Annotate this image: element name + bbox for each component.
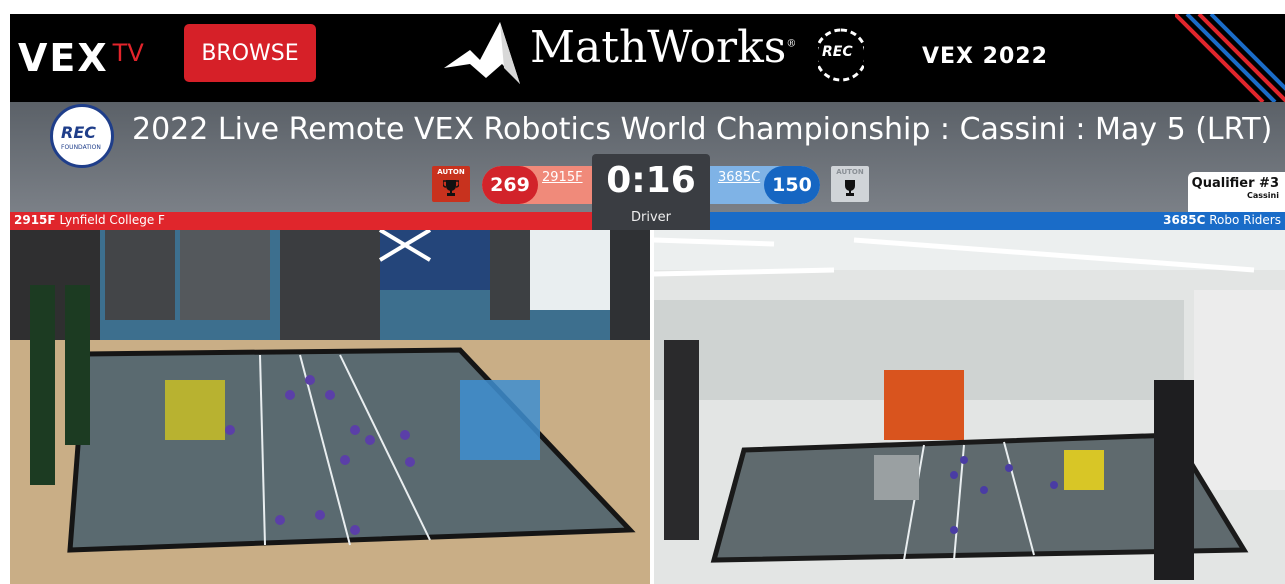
student	[1154, 380, 1194, 580]
match-timer: 0:16 Driver	[592, 154, 710, 230]
blue-alliance-label: 3685C Robo Riders	[1163, 213, 1281, 227]
division-name: Cassini	[1247, 191, 1279, 200]
blue-team-link[interactable]: 3685C	[718, 170, 760, 185]
rec-badge-subtext: FOUNDATION	[61, 144, 101, 151]
red-team-video[interactable]	[10, 230, 650, 584]
tv-wordmark: TV	[112, 39, 144, 67]
blue-score: 150	[764, 166, 820, 204]
student	[65, 285, 90, 445]
blue-alliance-bar: 3685C Robo Riders	[710, 212, 1285, 230]
vex-wordmark: VEX	[18, 36, 109, 80]
vex-tv-logo[interactable]: VEX TV	[18, 36, 144, 80]
red-alliance-team: 2915F	[14, 213, 56, 227]
trophy-icon	[845, 180, 855, 196]
rec-badge-text: REC	[61, 123, 96, 142]
sponsor-wordmark: MathWorks	[530, 22, 787, 73]
sponsor-name: MathWorks®	[530, 22, 796, 73]
blue-score-pill: 3685C 150	[710, 166, 820, 204]
registered-mark: ®	[786, 38, 797, 50]
banner-poster	[180, 230, 270, 320]
blue-auton-indicator: AUTON	[831, 166, 869, 202]
blue-team-video[interactable]	[654, 230, 1285, 584]
red-video-scene	[10, 230, 650, 584]
match-name: Qualifier #3	[1191, 176, 1279, 191]
top-banner: VEX TV BROWSE MathWorks® REC VEX 2022	[10, 14, 1285, 102]
red-score: 269	[482, 166, 538, 204]
rec-foundation-logo-icon: REC	[818, 26, 864, 84]
goal	[1064, 450, 1104, 490]
student	[30, 285, 55, 485]
red-alliance-bar: 2915F Lynfield College F	[10, 212, 592, 230]
rec-foundation-badge: REC FOUNDATION	[50, 104, 114, 168]
timer-phase: Driver	[630, 210, 671, 225]
blue-alliance-name: Robo Riders	[1209, 213, 1281, 227]
robot	[874, 455, 919, 500]
page-title: 2022 Live Remote VEX Robotics World Cham…	[132, 112, 1273, 147]
match-label: Qualifier #3 Cassini	[1188, 172, 1285, 212]
browse-button[interactable]: BROWSE	[184, 24, 316, 82]
timer-value: 0:16	[606, 160, 696, 201]
red-team-link[interactable]: 2915F	[542, 170, 583, 185]
red-robot	[165, 380, 225, 440]
red-alliance-label: 2915F Lynfield College F	[14, 213, 165, 227]
red-auton-indicator: AUTON	[432, 166, 470, 202]
orange-equipment	[884, 370, 964, 440]
blue-robot	[460, 380, 540, 460]
red-alliance-name: Lynfield College F	[59, 213, 165, 227]
trophy-icon	[443, 180, 459, 196]
blue-video-scene	[654, 230, 1285, 584]
student	[664, 340, 699, 540]
blue-alliance-team: 3685C	[1163, 213, 1206, 227]
auton-label: AUTON	[437, 168, 465, 176]
rec-top-text: REC	[822, 44, 853, 60]
decorative-stripes	[1175, 14, 1285, 102]
red-score-pill: 269 2915F	[482, 166, 594, 204]
mathworks-logo-icon	[444, 22, 520, 84]
auton-label: AUTON	[836, 168, 864, 176]
worlds-logo: VEX 2022	[922, 44, 1048, 69]
